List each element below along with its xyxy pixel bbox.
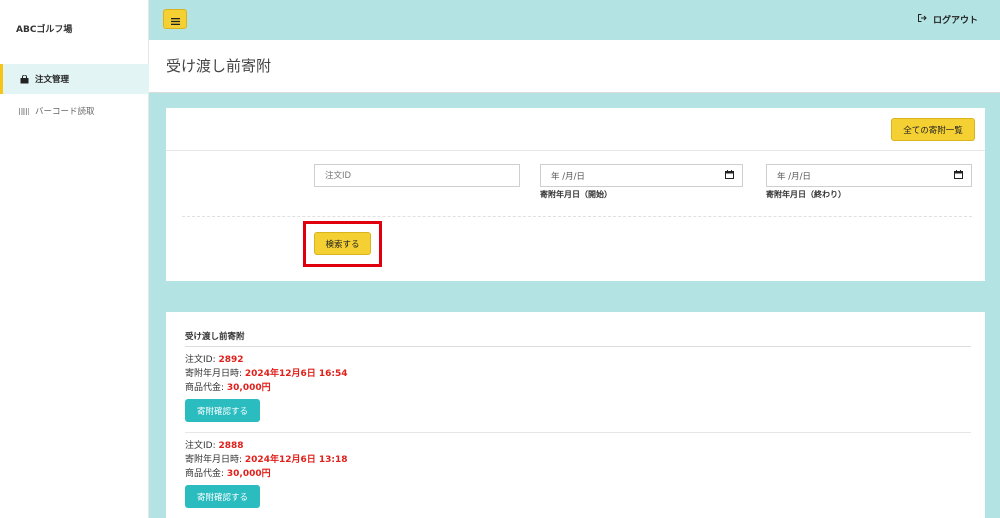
order-date-line: 寄附年月日時: 2024年12月6日 13:18 xyxy=(185,453,971,467)
brand-name: ABCゴルフ場 xyxy=(16,25,73,35)
order-id-input[interactable] xyxy=(314,164,520,187)
date-start-label: 寄附年月日（開始） xyxy=(540,190,612,199)
date-start-value: 年 /月/日 xyxy=(551,171,585,182)
order-item: 注文ID: 2888 寄附年月日時: 2024年12月6日 13:18 商品代金… xyxy=(185,439,971,508)
sidebar-item-label: 注文管理 xyxy=(35,75,70,85)
date-end-label: 寄附年月日（終わり） xyxy=(766,190,846,199)
order-price-label: 商品代金: xyxy=(185,469,227,479)
calendar-icon[interactable] xyxy=(725,169,734,182)
order-price-line: 商品代金: 30,000円 xyxy=(185,381,971,395)
logout-link[interactable]: ログアウト xyxy=(917,13,978,26)
results-panel: 受け渡し前寄附 注文ID: 2892 寄附年月日時: 2024年12月6日 16… xyxy=(166,312,985,518)
order-date-label: 寄附年月日時: xyxy=(185,455,245,465)
search-panel: 全ての寄附一覧 年 /月/日 寄附年月日（開始） 年 /月/日 寄附年月日（終わ… xyxy=(166,108,985,281)
order-id-label: 注文ID: xyxy=(185,441,219,451)
divider xyxy=(185,432,971,433)
page-title: 受け渡し前寄附 xyxy=(166,57,272,75)
logout-label: ログアウト xyxy=(932,16,978,26)
sidebar-item-order-management[interactable]: 注文管理 xyxy=(0,64,149,94)
order-id-value: 2888 xyxy=(218,441,244,451)
results-title: 受け渡し前寄附 xyxy=(185,332,245,342)
divider xyxy=(185,346,971,347)
order-id-line: 注文ID: 2892 xyxy=(185,353,971,367)
order-date-label: 寄附年月日時: xyxy=(185,369,245,379)
top-header: ログアウト xyxy=(149,0,1000,40)
order-price-value: 30,000円 xyxy=(226,383,271,393)
sidebar-item-barcode-reading[interactable]: バーコード読取 xyxy=(0,96,149,126)
date-end-input[interactable]: 年 /月/日 xyxy=(766,164,972,187)
date-end-value: 年 /月/日 xyxy=(777,171,811,182)
order-date-value: 2024年12月6日 13:18 xyxy=(244,455,348,465)
shopping-bag-icon xyxy=(19,74,29,84)
sidebar-item-label: バーコード読取 xyxy=(35,107,95,117)
page-title-bar: 受け渡し前寄附 xyxy=(149,40,1000,93)
order-date-line: 寄附年月日時: 2024年12月6日 16:54 xyxy=(185,367,971,381)
divider xyxy=(182,216,972,217)
hamburger-icon xyxy=(170,10,180,29)
barcode-icon xyxy=(19,107,29,116)
search-panel-header: 全ての寄附一覧 xyxy=(166,108,985,151)
search-button[interactable]: 検索する xyxy=(314,232,371,255)
confirm-donation-button[interactable]: 寄附確認する xyxy=(185,485,260,508)
order-id-label: 注文ID: xyxy=(185,355,219,365)
logout-icon xyxy=(917,14,933,25)
all-donations-button[interactable]: 全ての寄附一覧 xyxy=(891,118,975,141)
calendar-icon[interactable] xyxy=(954,169,963,182)
date-start-input[interactable]: 年 /月/日 xyxy=(540,164,743,187)
order-price-value: 30,000円 xyxy=(226,469,271,479)
sidebar: ABCゴルフ場 注文管理 バーコード読取 xyxy=(0,0,149,518)
order-id-value: 2892 xyxy=(218,355,244,365)
menu-toggle-button[interactable] xyxy=(163,9,187,29)
order-id-line: 注文ID: 2888 xyxy=(185,439,971,453)
order-date-value: 2024年12月6日 16:54 xyxy=(244,369,348,379)
order-price-line: 商品代金: 30,000円 xyxy=(185,467,971,481)
order-item: 注文ID: 2892 寄附年月日時: 2024年12月6日 16:54 商品代金… xyxy=(185,353,971,422)
order-price-label: 商品代金: xyxy=(185,383,227,393)
confirm-donation-button[interactable]: 寄附確認する xyxy=(185,399,260,422)
